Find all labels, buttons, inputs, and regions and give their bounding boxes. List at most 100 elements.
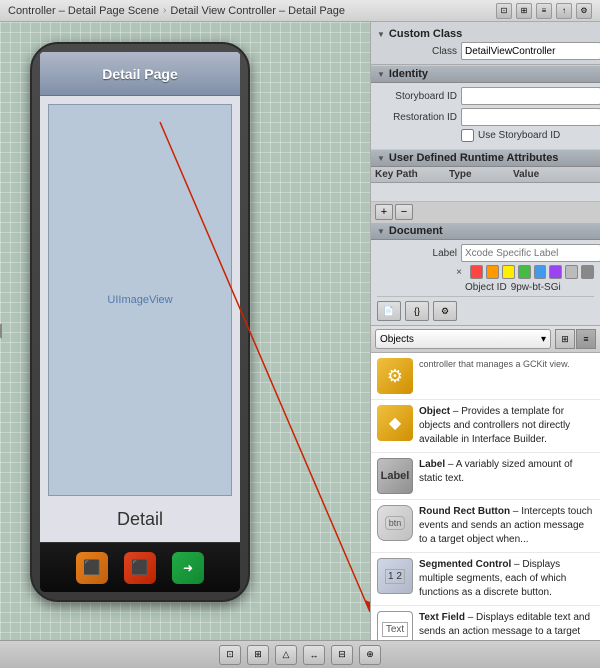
canvas-area: Detail Page UIImageView Detail ⬛ ⬛ xyxy=(0,22,370,640)
nav-title: Detail Page xyxy=(102,66,177,82)
use-storyboard-row: Use Storyboard ID xyxy=(461,129,594,142)
object-id-value: 9pw-bt-SGi xyxy=(511,282,561,293)
identity-title: Identity xyxy=(389,68,428,80)
object-name: Round Rect Button xyxy=(419,506,510,517)
user-defined-title: User Defined Runtime Attributes xyxy=(389,152,559,164)
doc-icon[interactable]: ⊡ xyxy=(496,3,512,19)
storyboard-id-input[interactable] xyxy=(461,87,600,105)
text-field-icon: Text xyxy=(377,611,413,640)
add-attribute-btn[interactable]: + xyxy=(375,204,393,220)
breadcrumb-icons: ⊡ ⊞ ≡ ↑ ⚙ xyxy=(496,3,592,19)
document-header[interactable]: ▼ Document xyxy=(371,222,600,240)
doc-link-btn[interactable]: ⚙ xyxy=(433,301,457,321)
toolbar-icon-red[interactable]: ⬛ xyxy=(124,552,156,584)
seg-ctrl-icon: 1 2 xyxy=(377,558,413,594)
breadcrumb-item-2[interactable]: Detail View Controller – Detail Page xyxy=(170,5,345,17)
storyboard-id-label: Storyboard ID xyxy=(377,91,457,102)
folder-icon[interactable]: ⊞ xyxy=(516,3,532,19)
custom-class-section: ▼ Custom Class Class ▼ ▶ xyxy=(371,22,600,65)
list-item[interactable]: ◆ Object – Provides a template for objec… xyxy=(371,400,600,453)
objects-dropdown-label: Objects xyxy=(380,334,414,345)
identity-triangle: ▼ xyxy=(377,70,385,79)
main-content: Detail Page UIImageView Detail ⬛ ⬛ xyxy=(0,22,600,640)
user-defined-header[interactable]: ▼ User Defined Runtime Attributes xyxy=(371,149,600,167)
bottom-btn-2[interactable]: ⊞ xyxy=(247,645,269,665)
user-defined-section: ▼ User Defined Runtime Attributes Key Pa… xyxy=(371,149,600,222)
object-name: Text Field xyxy=(419,612,465,623)
list-item[interactable]: Text Text Field – Displays editable text… xyxy=(371,606,600,640)
iphone-detail-label[interactable]: Detail xyxy=(48,504,232,534)
color-purple[interactable] xyxy=(549,265,562,279)
doc-label-label: Label xyxy=(377,248,457,259)
right-panel: ▼ Custom Class Class ▼ ▶ ▼ Identity Stor… xyxy=(370,22,600,640)
color-green[interactable] xyxy=(518,265,531,279)
user-defined-table-header: Key Path Type Value xyxy=(371,167,600,183)
add-remove-row: + − xyxy=(371,201,600,222)
class-label: Class xyxy=(377,46,457,57)
document-section: ▼ Document Label × xyxy=(371,222,600,325)
object-item-text: Round Rect Button – Intercepts touch eve… xyxy=(419,505,594,547)
remove-attribute-btn[interactable]: − xyxy=(395,204,413,220)
color-dark-gray[interactable] xyxy=(581,265,594,279)
color-light-gray[interactable] xyxy=(565,265,578,279)
object-item-text: Label – A variably sized amount of stati… xyxy=(419,458,594,486)
breadcrumb-sep: › xyxy=(163,5,166,16)
doc-code-btn[interactable]: {} xyxy=(405,301,429,321)
object-name: Segmented Control xyxy=(419,559,511,570)
col-value: Value xyxy=(513,169,596,180)
color-red[interactable] xyxy=(470,265,483,279)
objects-dropdown[interactable]: Objects ▾ xyxy=(375,329,551,349)
view-toggle: ⊞ ≡ xyxy=(555,329,596,349)
object-name: Label xyxy=(419,459,445,470)
object-item-text: controller that manages a GCKit view. xyxy=(419,358,594,372)
toolbar-icon-green[interactable]: ➜ xyxy=(172,552,204,584)
restoration-id-input[interactable] xyxy=(461,108,600,126)
bottom-btn-1[interactable]: ⊡ xyxy=(219,645,241,665)
use-storyboard-checkbox[interactable] xyxy=(461,129,474,142)
iphone-image-view[interactable]: UIImageView xyxy=(48,104,232,496)
color-orange[interactable] xyxy=(486,265,499,279)
iphone-bottom-bar: ⬛ ⬛ ➜ xyxy=(40,542,240,592)
color-x: × xyxy=(456,267,467,278)
list-item[interactable]: ⚙ controller that manages a GCKit view. xyxy=(371,353,600,400)
object-id-label: Object ID xyxy=(465,282,507,293)
color-swatch-row: × xyxy=(377,265,594,279)
share-icon[interactable]: ↑ xyxy=(556,3,572,19)
list-item[interactable]: 1 2 Segmented Control – Displays multipl… xyxy=(371,553,600,606)
object-id-row: Object ID 9pw-bt-SGi xyxy=(377,282,594,293)
object-item-text: Text Field – Displays editable text and … xyxy=(419,611,594,640)
object-icon-yellow: ◆ xyxy=(377,405,413,441)
col-type: Type xyxy=(449,169,509,180)
doc-file-btn[interactable]: 📄 xyxy=(377,301,401,321)
class-input[interactable] xyxy=(461,42,600,60)
color-blue[interactable] xyxy=(534,265,547,279)
doc-label-input[interactable] xyxy=(461,244,600,262)
custom-class-triangle: ▼ xyxy=(377,30,385,39)
object-icon-gear: ⚙ xyxy=(377,358,413,394)
grid-view-btn[interactable]: ⊞ xyxy=(555,329,575,349)
identity-section: ▼ Identity Storyboard ID Restoration ID … xyxy=(371,65,600,149)
iphone-screen: Detail Page UIImageView Detail ⬛ ⬛ xyxy=(40,52,240,592)
breadcrumb-item-1[interactable]: Controller – Detail Page Scene xyxy=(8,5,159,17)
color-yellow[interactable] xyxy=(502,265,515,279)
col-key-path: Key Path xyxy=(375,169,445,180)
list-item[interactable]: btn Round Rect Button – Intercepts touch… xyxy=(371,500,600,553)
doc-icon-row: 📄 {} ⚙ xyxy=(377,296,594,321)
bottom-btn-6[interactable]: ⊕ xyxy=(359,645,381,665)
document-content: Label × Object ID xyxy=(371,240,600,325)
toolbar-icon-orange[interactable]: ⬛ xyxy=(76,552,108,584)
bottom-btn-3[interactable]: △ xyxy=(275,645,297,665)
iphone-frame: Detail Page UIImageView Detail ⬛ ⬛ xyxy=(30,42,250,602)
list-item[interactable]: Label Label – A variably sized amount of… xyxy=(371,453,600,500)
objects-list: ⚙ controller that manages a GCKit view. … xyxy=(371,353,600,640)
list-view-btn[interactable]: ≡ xyxy=(576,329,596,349)
objects-panel: Objects ▾ ⊞ ≡ ⚙ controller that manages … xyxy=(371,325,600,640)
object-item-text: Segmented Control – Displays multiple se… xyxy=(419,558,594,600)
identity-header[interactable]: ▼ Identity xyxy=(371,65,600,83)
bottom-btn-5[interactable]: ⊟ xyxy=(331,645,353,665)
custom-class-header[interactable]: ▼ Custom Class xyxy=(377,26,594,42)
list-icon[interactable]: ≡ xyxy=(536,3,552,19)
round-rect-icon: btn xyxy=(377,505,413,541)
bottom-btn-4[interactable]: ↔ xyxy=(303,645,325,665)
gear-icon[interactable]: ⚙ xyxy=(576,3,592,19)
